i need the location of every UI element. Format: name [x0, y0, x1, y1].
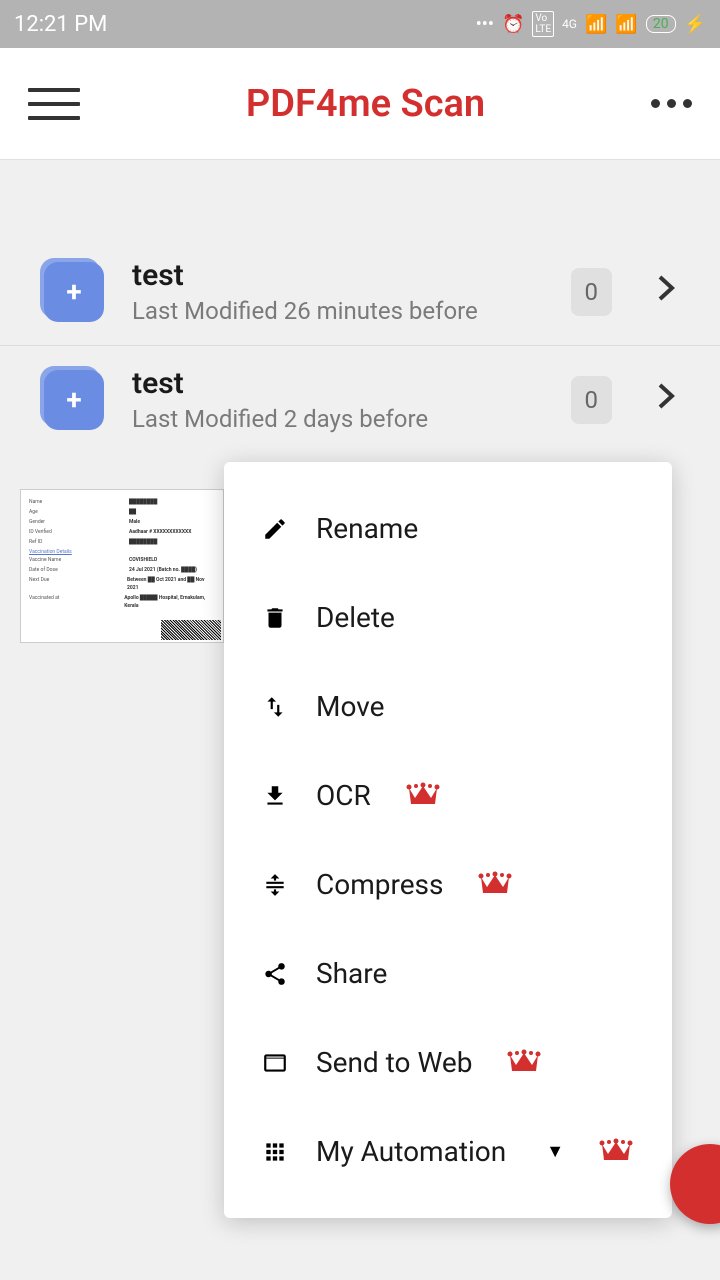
more-options-button[interactable]: [651, 99, 692, 108]
folder-item[interactable]: test Last Modified 26 minutes before 0: [0, 238, 720, 346]
volte-icon: VoLTE: [532, 11, 554, 37]
dropdown-arrow-icon: ▼: [546, 1141, 564, 1162]
status-bar: 12:21 PM ••• ⏰ VoLTE 4G 📶 📶 20 ⚡: [0, 0, 720, 48]
grid-icon: [260, 1137, 290, 1167]
folder-count-badge: 0: [571, 376, 613, 424]
premium-crown-icon: [598, 1136, 634, 1168]
menu-item-label: Move: [316, 690, 384, 723]
chevron-right-icon: [656, 381, 676, 418]
folder-text: test Last Modified 2 days before: [132, 366, 543, 433]
more-indicator-icon: •••: [476, 14, 494, 35]
menu-item-label: Compress: [316, 868, 443, 901]
compress-icon: [260, 870, 290, 900]
send-to-web-menu-item[interactable]: Send to Web: [224, 1018, 672, 1107]
status-time: 12:21 PM: [14, 12, 107, 37]
alarm-icon: ⏰: [502, 14, 524, 35]
rename-menu-item[interactable]: Rename: [224, 484, 672, 573]
folder-title: test: [132, 258, 543, 293]
web-icon: [260, 1048, 290, 1078]
signal2-icon: 📶: [615, 14, 637, 35]
app-title: PDF4me Scan: [246, 82, 485, 126]
automation-menu-item[interactable]: My Automation ▼: [224, 1107, 672, 1196]
premium-crown-icon: [477, 869, 513, 901]
menu-item-label: Delete: [316, 601, 395, 634]
trash-icon: [260, 603, 290, 633]
move-arrows-icon: [260, 692, 290, 722]
context-menu: Rename Delete Move OCR Compress: [224, 462, 672, 1218]
folder-add-icon: [44, 262, 104, 322]
menu-button[interactable]: [28, 88, 80, 120]
app-header: PDF4me Scan: [0, 48, 720, 160]
premium-crown-icon: [506, 1047, 542, 1079]
share-icon: [260, 959, 290, 989]
battery-icon: 20: [646, 15, 676, 33]
compress-menu-item[interactable]: Compress: [224, 840, 672, 929]
signal1-icon: 📶: [585, 14, 607, 35]
folder-subtitle: Last Modified 2 days before: [132, 405, 543, 433]
folder-count-badge: 0: [571, 268, 613, 316]
premium-crown-icon: [405, 780, 441, 812]
folder-title: test: [132, 366, 543, 401]
qr-code-icon: [161, 620, 221, 640]
folder-add-icon: [44, 370, 104, 430]
download-icon: [260, 781, 290, 811]
ocr-menu-item[interactable]: OCR: [224, 751, 672, 840]
network-icon: 4G: [562, 17, 577, 31]
menu-item-label: My Automation: [316, 1135, 506, 1168]
menu-item-label: Rename: [316, 512, 418, 545]
delete-menu-item[interactable]: Delete: [224, 573, 672, 662]
folder-item[interactable]: test Last Modified 2 days before 0: [0, 346, 720, 453]
move-menu-item[interactable]: Move: [224, 662, 672, 751]
folder-text: test Last Modified 26 minutes before: [132, 258, 543, 325]
menu-item-label: Share: [316, 957, 387, 990]
menu-item-label: Send to Web: [316, 1046, 472, 1079]
document-thumbnail[interactable]: Name████████ Age██ GenderMale ID Verifie…: [20, 489, 224, 643]
status-icons: ••• ⏰ VoLTE 4G 📶 📶 20 ⚡: [476, 11, 706, 37]
share-menu-item[interactable]: Share: [224, 929, 672, 1018]
floating-action-button[interactable]: [670, 1144, 720, 1224]
folder-subtitle: Last Modified 26 minutes before: [132, 297, 543, 325]
charging-icon: ⚡: [684, 14, 706, 35]
pencil-icon: [260, 514, 290, 544]
chevron-right-icon: [656, 273, 676, 310]
menu-item-label: OCR: [316, 779, 371, 812]
